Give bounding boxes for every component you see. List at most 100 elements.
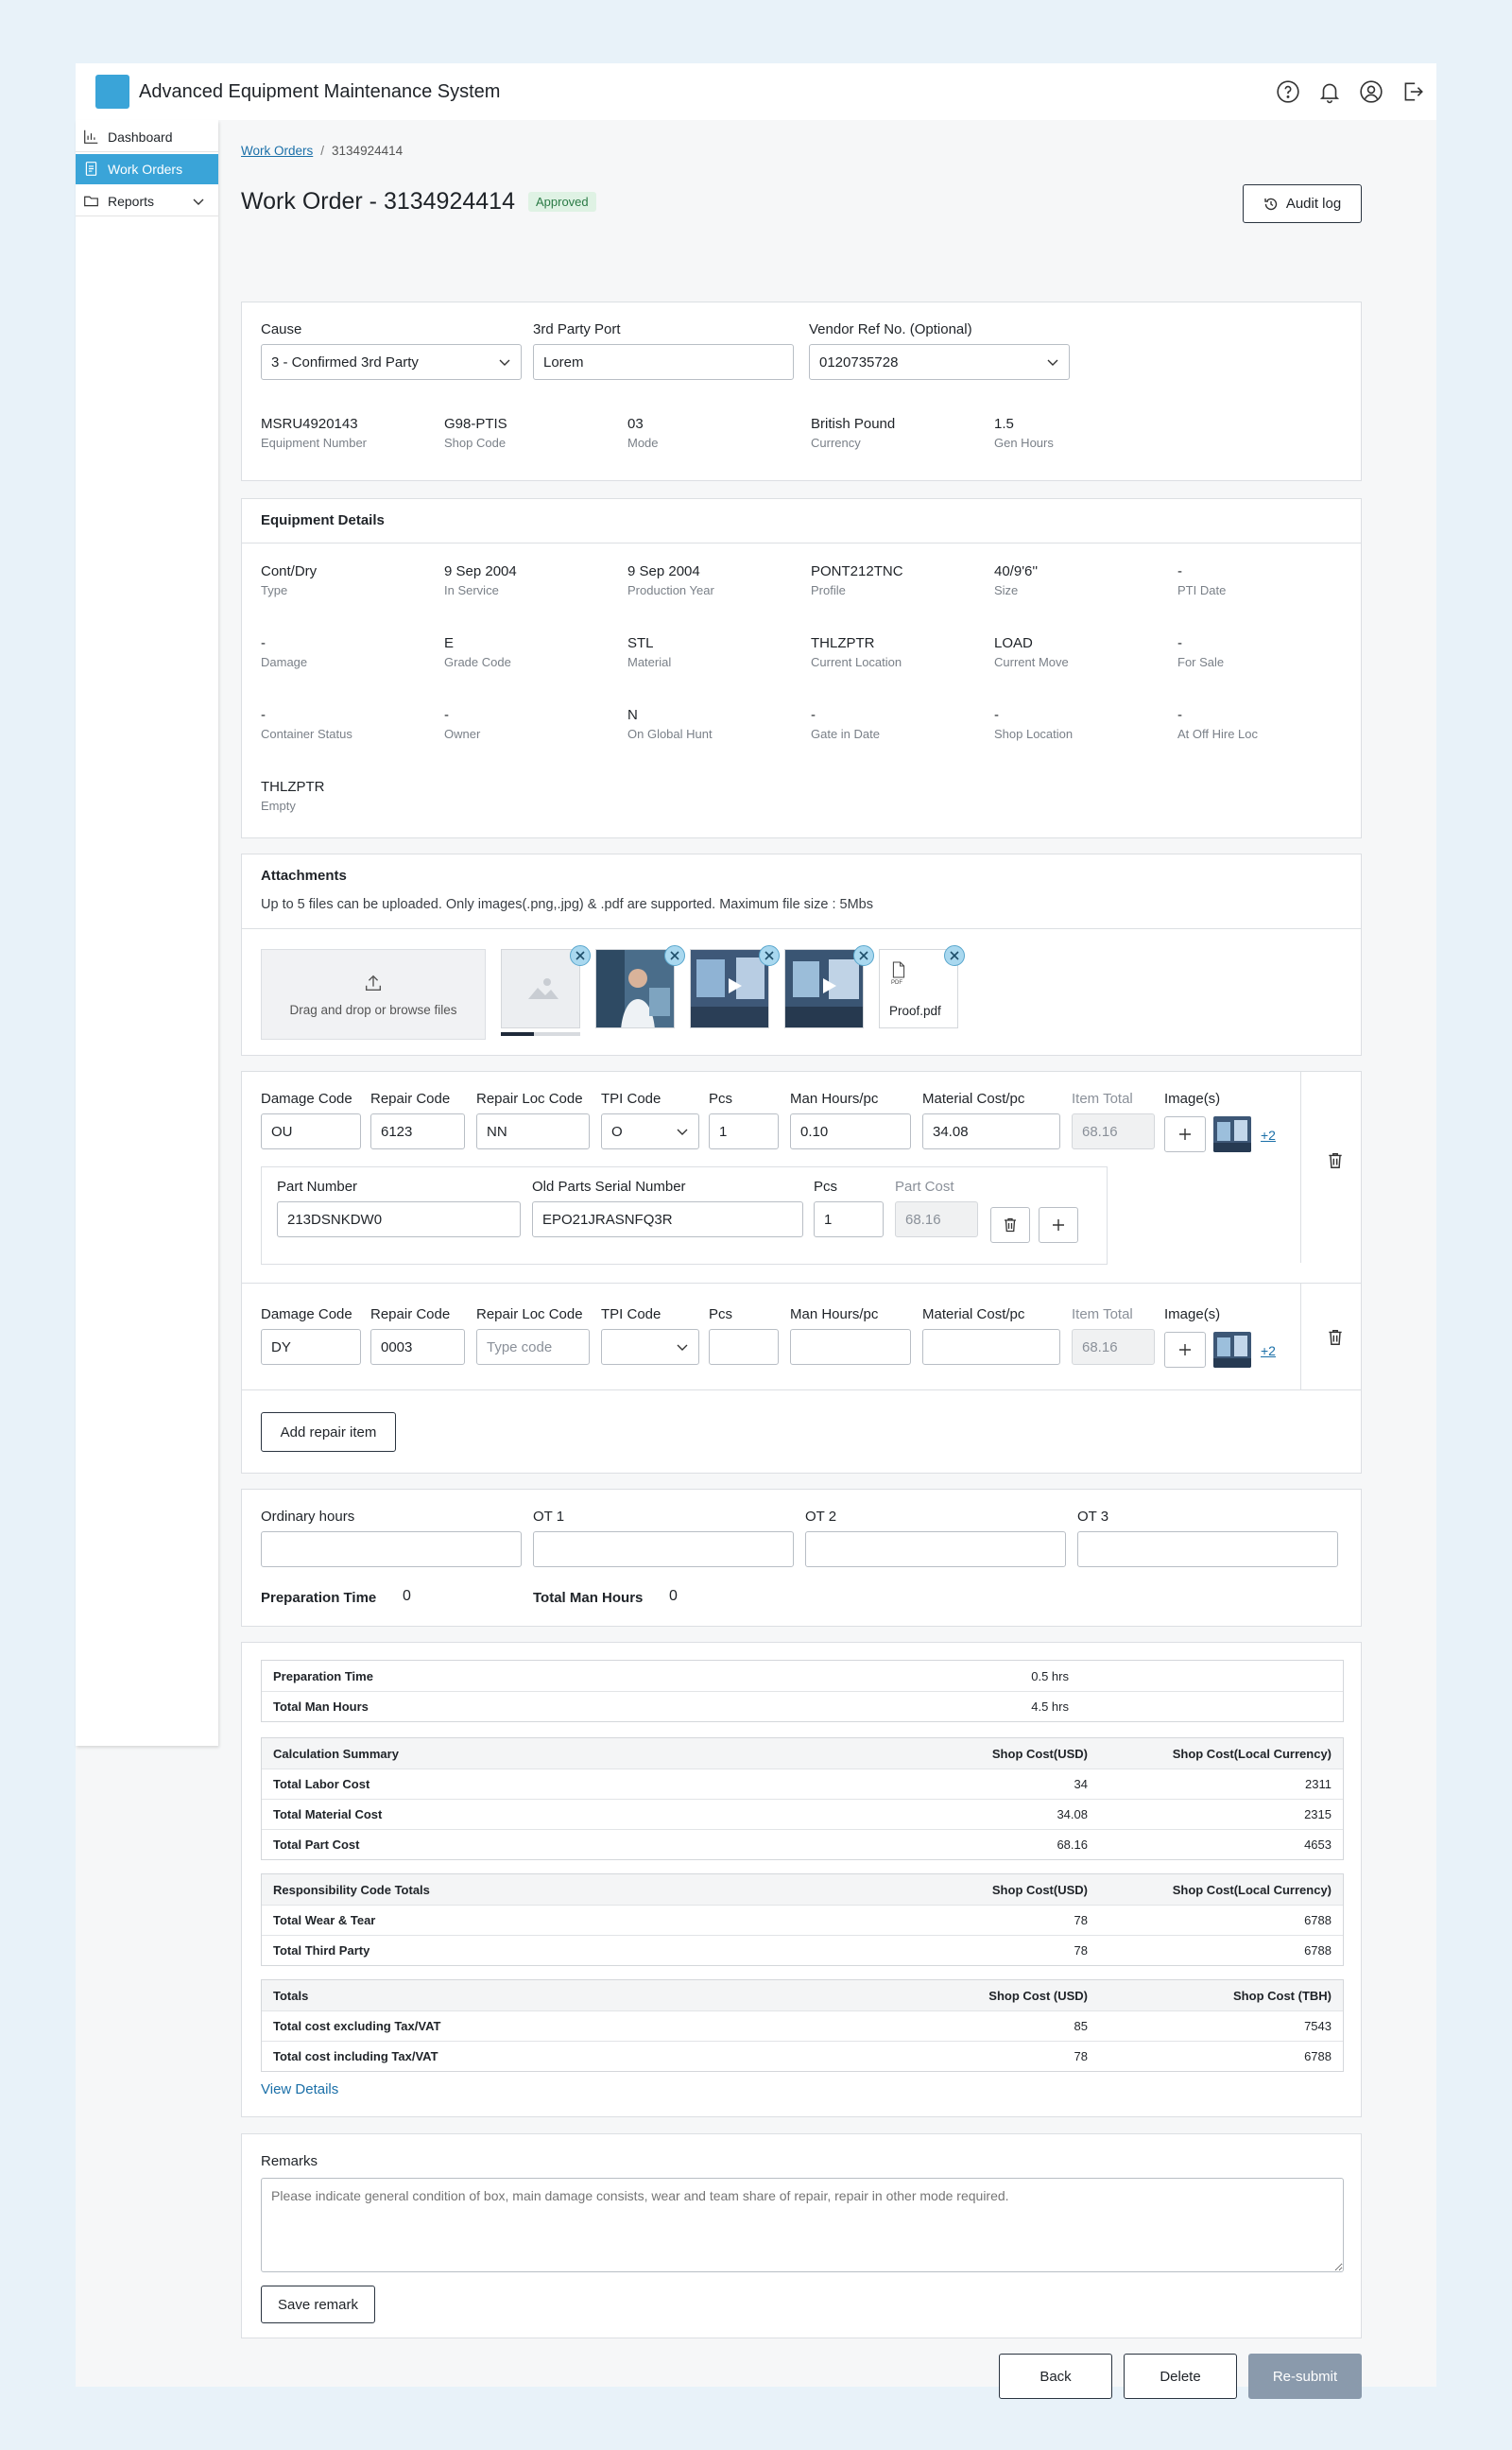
equipment-fact: THLZPTR Empty [261, 779, 325, 813]
images-label: Image(s) [1164, 1091, 1221, 1107]
tpi-code-label: TPI Code [601, 1306, 662, 1322]
man-hours-input[interactable]: 0.10 [790, 1113, 911, 1149]
breadcrumb-work-orders-link[interactable]: Work Orders [241, 144, 313, 158]
person-photo-image [596, 950, 674, 1027]
repair-loc-code-input[interactable]: Type code [476, 1329, 590, 1365]
repair-image-thumbnail[interactable] [1213, 1332, 1251, 1368]
plus-icon [1179, 1344, 1191, 1355]
close-icon [670, 951, 679, 960]
ordinary-hours-label: Ordinary hours [261, 1509, 355, 1525]
table-row: Total cost including Tax/VAT 78 6788 [262, 2041, 1343, 2071]
chevron-down-icon[interactable] [192, 195, 205, 208]
remarks-textarea[interactable] [261, 2178, 1344, 2272]
close-icon [859, 951, 868, 960]
repair-loc-code-value: Type code [487, 1338, 553, 1355]
remove-attachment-button[interactable] [853, 945, 874, 966]
delete-part-button[interactable] [990, 1207, 1030, 1243]
hours-card: Ordinary hours OT 1 OT 2 OT 3 Preparatio… [241, 1489, 1362, 1627]
attachment-thumbnail[interactable] [595, 949, 675, 1028]
part-pcs-input[interactable]: 1 [814, 1201, 884, 1237]
user-icon[interactable] [1359, 79, 1383, 104]
remove-attachment-button[interactable] [944, 945, 965, 966]
equipment-fact: THLZPTR Current Location [811, 635, 902, 669]
remove-attachment-button[interactable] [570, 945, 591, 966]
chevron-down-icon [499, 359, 510, 366]
more-images-link[interactable]: +2 [1261, 1128, 1276, 1143]
logout-icon[interactable] [1400, 79, 1425, 104]
pcs-input[interactable]: 1 [709, 1113, 779, 1149]
chart-icon [84, 129, 98, 144]
delete-repair-item-button[interactable] [1326, 1328, 1345, 1351]
sidebar-item-reports[interactable]: Reports [76, 186, 218, 216]
table-header-row: Totals Shop Cost (USD) Shop Cost (TBH) [262, 1980, 1343, 2010]
app-title: Advanced Equipment Maintenance System [139, 80, 501, 102]
attachment-thumbnail[interactable] [784, 949, 864, 1028]
remarks-card: Remarks Save remark [241, 2133, 1362, 2338]
delete-button[interactable]: Delete [1124, 2354, 1237, 2399]
add-part-button[interactable] [1039, 1207, 1078, 1243]
part-cost-input: 68.16 [895, 1201, 978, 1237]
equipment-fact: - Shop Location [994, 707, 1074, 741]
serial-number-value: EPO21JRASNFQ3R [542, 1211, 673, 1228]
ot2-input[interactable] [805, 1531, 1066, 1567]
vendor-ref-select[interactable]: 0120735728 [809, 344, 1070, 380]
add-repair-item-button[interactable]: Add repair item [261, 1412, 396, 1452]
man-hours-label: Man Hours/pc [790, 1091, 879, 1107]
save-remark-button[interactable]: Save remark [261, 2286, 375, 2323]
pcs-input[interactable] [709, 1329, 779, 1365]
sidebar-item-dashboard[interactable]: Dashboard [76, 122, 218, 152]
attachment-thumbnail[interactable] [690, 949, 769, 1028]
delete-repair-item-button[interactable] [1326, 1151, 1345, 1174]
back-button[interactable]: Back [999, 2354, 1112, 2399]
tpi-code-label: TPI Code [601, 1091, 662, 1107]
damage-code-input[interactable]: OU [261, 1113, 361, 1149]
equipment-fact: 40/9'6'' Size [994, 563, 1039, 597]
man-hours-input[interactable] [790, 1329, 911, 1365]
damage-code-input[interactable]: DY [261, 1329, 361, 1365]
repair-code-label: Repair Code [370, 1306, 451, 1322]
vendor-ref-value: 0120735728 [819, 354, 899, 371]
table-row: Total Wear & Tear 78 6788 [262, 1905, 1343, 1935]
ot3-input[interactable] [1077, 1531, 1338, 1567]
remove-attachment-button[interactable] [759, 945, 780, 966]
ot2-label: OT 2 [805, 1509, 837, 1525]
sidebar-item-work-orders[interactable]: Work Orders [76, 154, 218, 184]
fact-shop-code: G98-PTIS Shop Code [444, 416, 507, 450]
cause-select[interactable]: 3 - Confirmed 3rd Party [261, 344, 522, 380]
material-cost-input[interactable] [922, 1329, 1060, 1365]
breadcrumb: Work Orders / 3134924414 [241, 144, 403, 158]
ordinary-hours-input[interactable] [261, 1531, 522, 1567]
equipment-fact: 9 Sep 2004 In Service [444, 563, 517, 597]
file-dropzone[interactable]: Drag and drop or browse files [261, 949, 486, 1040]
vendor-ref-label: Vendor Ref No. (Optional) [809, 321, 972, 337]
add-image-button[interactable] [1164, 1332, 1206, 1368]
audit-log-button[interactable]: Audit log [1243, 184, 1362, 223]
tpi-code-input[interactable]: O [601, 1113, 699, 1149]
part-number-value: 213DSNKDW0 [287, 1211, 383, 1228]
repair-image-thumbnail[interactable] [1213, 1116, 1251, 1152]
close-icon [576, 951, 585, 960]
repair-code-input[interactable]: 0003 [370, 1329, 465, 1365]
add-image-button[interactable] [1164, 1116, 1206, 1152]
material-cost-input[interactable]: 34.08 [922, 1113, 1060, 1149]
tpi-code-input[interactable] [601, 1329, 699, 1365]
serial-number-input[interactable]: EPO21JRASNFQ3R [532, 1201, 803, 1237]
remove-attachment-button[interactable] [664, 945, 685, 966]
port-input[interactable]: Lorem [533, 344, 794, 380]
repair-code-input[interactable]: 6123 [370, 1113, 465, 1149]
repair-code-value: 0003 [381, 1338, 413, 1355]
more-images-link[interactable]: +2 [1261, 1343, 1276, 1358]
help-icon[interactable] [1276, 79, 1300, 104]
sidebar: Dashboard Work Orders Reports [76, 120, 218, 1746]
part-number-input[interactable]: 213DSNKDW0 [277, 1201, 521, 1237]
view-details-link[interactable]: View Details [261, 2081, 338, 2097]
cause-value: 3 - Confirmed 3rd Party [271, 354, 419, 371]
bell-icon[interactable] [1317, 79, 1342, 104]
trash-icon [1329, 1153, 1342, 1168]
fact-currency: British Pound Currency [811, 416, 896, 450]
plus-icon [1179, 1129, 1191, 1140]
repair-loc-code-input[interactable]: NN [476, 1113, 590, 1149]
ot1-input[interactable] [533, 1531, 794, 1567]
resubmit-button[interactable]: Re-submit [1248, 2354, 1362, 2399]
app-logo [95, 75, 129, 109]
